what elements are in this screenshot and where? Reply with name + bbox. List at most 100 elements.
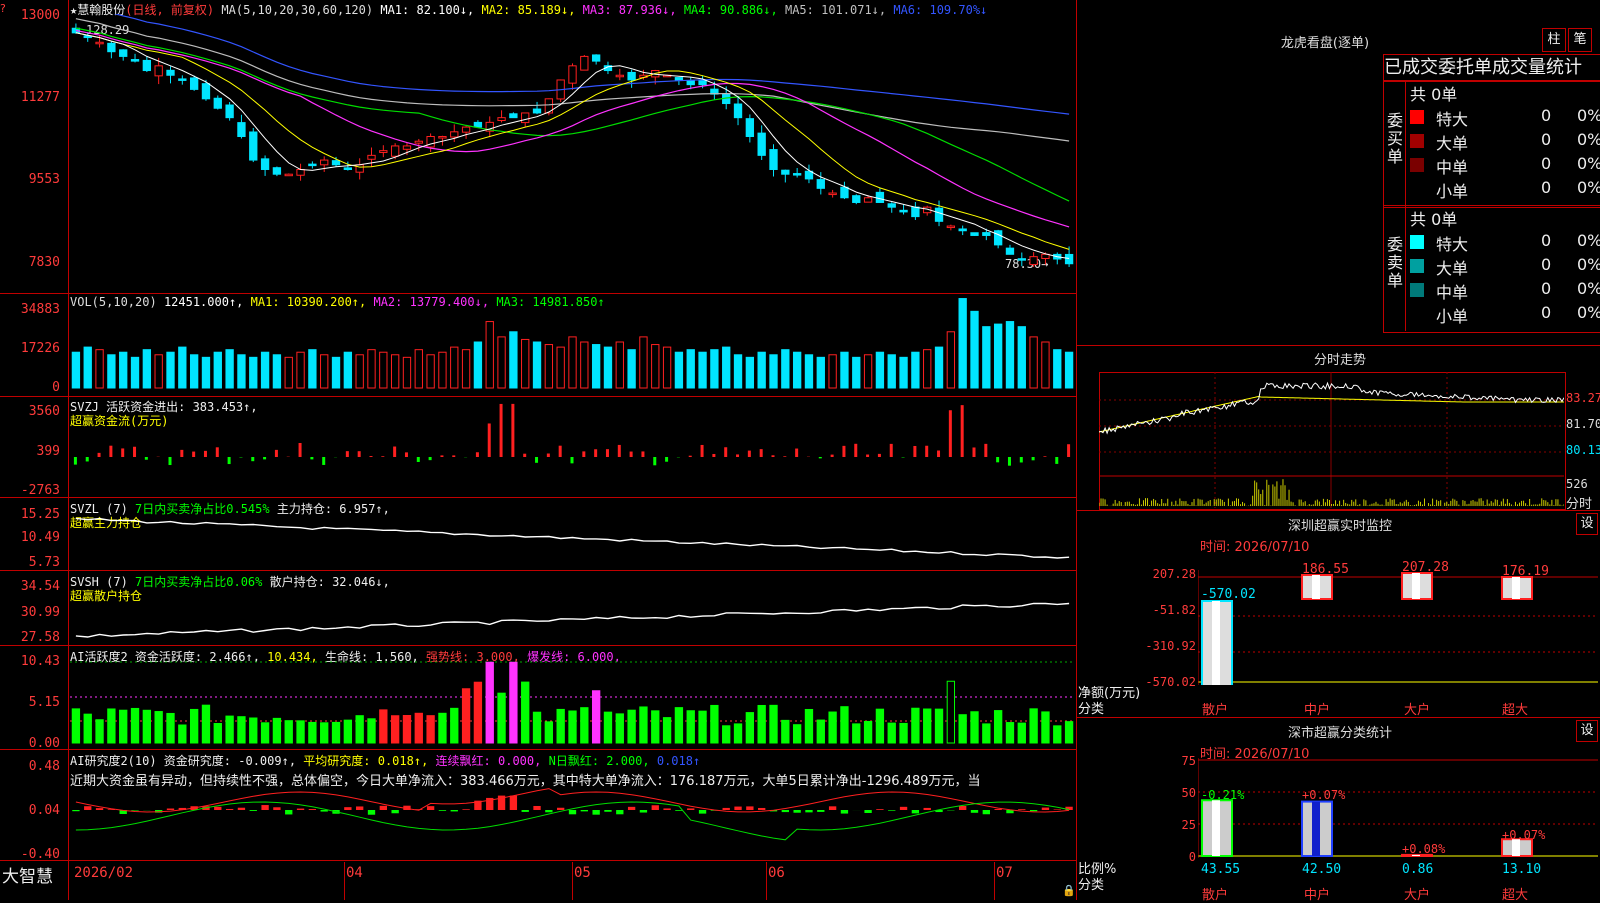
class-settings-button[interactable]: 设 [1576, 720, 1598, 742]
research-bar [226, 809, 233, 810]
candle [108, 43, 115, 51]
candle [959, 229, 966, 231]
tick-mode-button[interactable]: 笔 [1568, 28, 1592, 52]
sell-row-num: 0 [1541, 279, 1551, 298]
monitor-settings-button[interactable]: 设 [1576, 513, 1598, 535]
ai-activity-bar [746, 713, 753, 743]
svzj-bar [381, 456, 384, 457]
research-bar [1042, 808, 1049, 810]
research-bar [214, 807, 221, 810]
candle [734, 104, 741, 118]
svzj-bar [1020, 457, 1023, 462]
volume-bar [439, 352, 446, 388]
ai-activity-bar [853, 724, 860, 743]
svzj-bar [547, 454, 550, 457]
candle [309, 164, 316, 166]
svzj-bar [535, 457, 538, 463]
buy-row-pct: 0% [1577, 154, 1600, 173]
svzj-bar [121, 448, 124, 457]
monitor-time: 时间: 2026/07/10 [1200, 536, 1309, 555]
class-bottom-2: 0.86 [1402, 862, 1433, 877]
research-bar [439, 810, 446, 811]
candle [297, 169, 304, 175]
svzj-axis-1: 3560 [0, 404, 60, 419]
svzj-bar [169, 457, 172, 465]
volume-bar [581, 342, 588, 388]
candle [179, 79, 186, 81]
svzj-bar [1067, 444, 1070, 457]
research-bar [84, 806, 91, 810]
intraday-chart[interactable] [1099, 372, 1564, 508]
volume-bar [486, 322, 493, 388]
volume-bar [250, 357, 257, 388]
brand-logo: 大智慧 [2, 862, 53, 887]
svzj-bar [133, 447, 136, 457]
svzj-bar [263, 457, 266, 459]
svzj-bar [594, 449, 597, 457]
candle [273, 168, 280, 175]
class-axis-4: 0 [1160, 850, 1196, 864]
volume-bar [853, 357, 860, 388]
ai-activity-bar [994, 711, 1001, 743]
candle [368, 155, 375, 159]
volume-chart[interactable] [70, 296, 1075, 395]
divider-vol-svzj [0, 396, 1076, 397]
ai-activity-bar [297, 721, 304, 743]
candle [793, 174, 800, 176]
svzj-bar [346, 451, 349, 457]
volume-bar [924, 350, 931, 388]
class-bottom-0: 43.55 [1201, 862, 1240, 877]
svzj-bar [973, 447, 976, 457]
svzj-bar [86, 457, 89, 461]
candle [569, 66, 576, 83]
candle [805, 171, 812, 179]
volume-bar [959, 299, 966, 388]
svzj-chart[interactable] [70, 398, 1075, 496]
svsh-chart[interactable] [70, 573, 1075, 645]
candle [451, 132, 458, 137]
volume-bar [415, 350, 422, 388]
svzj-bar [913, 446, 916, 457]
ai-activity-bar [226, 716, 233, 743]
volume-bar [1018, 327, 1025, 388]
ai-activity-bar [888, 723, 895, 743]
ai-activity-bar [864, 721, 871, 743]
svzj-bar [760, 449, 763, 457]
price-chart[interactable] [70, 14, 1075, 292]
ai-activity-chart[interactable] [70, 648, 1075, 748]
svzj-bar [618, 445, 621, 457]
monitor-val-3: 176.19 [1502, 564, 1549, 579]
sell-row-label: 小单 [1436, 303, 1468, 327]
monitor-chart[interactable] [1198, 570, 1598, 685]
ai-activity-bar [628, 710, 635, 743]
vol-axis-2: 17226 [0, 341, 60, 356]
bar-mode-button[interactable]: 柱 [1542, 28, 1566, 52]
volume-bar [202, 357, 209, 388]
ai-activity-bar [699, 711, 706, 743]
x-label-2: 04 [346, 865, 363, 881]
lock-icon[interactable]: 🔒 [1062, 884, 1076, 897]
ai-activity-bar [900, 723, 907, 743]
svzl-chart[interactable] [70, 500, 1075, 570]
ai-res-title: AI研究度2(10) 资金研究度: -0.009↑, [70, 754, 296, 768]
ai-research-chart[interactable] [70, 786, 1075, 858]
candle [628, 72, 635, 80]
buy-block-divider [1405, 80, 1406, 206]
volume-bar [309, 350, 316, 388]
research-bar [817, 810, 824, 812]
class-top-3: +0.07% [1502, 828, 1545, 842]
class-chart[interactable] [1198, 758, 1598, 858]
candle [592, 55, 599, 61]
ai-activity-bar [805, 709, 812, 743]
ai-activity-bar [131, 708, 138, 743]
x-tick [994, 862, 995, 900]
candle [699, 80, 706, 85]
ai-res-axis-3: -0.40 [0, 847, 60, 862]
research-bar [72, 810, 79, 811]
candle [238, 123, 245, 137]
buy-row-pct: 0% [1577, 106, 1600, 125]
svzj-bar [641, 451, 644, 457]
volume-bar [723, 347, 730, 388]
volume-bar [994, 324, 1001, 388]
volume-bar [285, 357, 292, 388]
